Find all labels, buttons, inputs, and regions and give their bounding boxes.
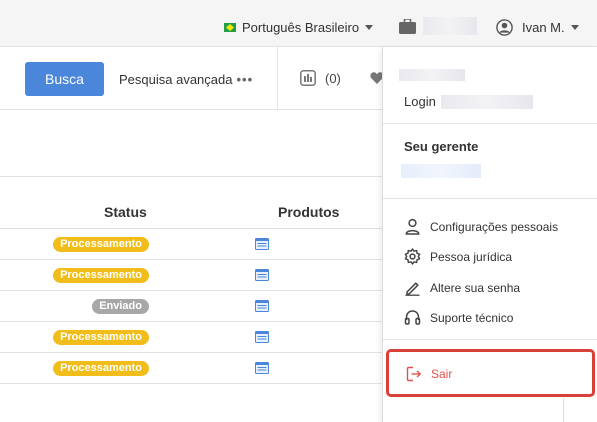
language-label: Português Brasileiro: [242, 20, 360, 35]
search-button[interactable]: Busca: [25, 62, 104, 96]
status-badge: Processamento: [53, 268, 149, 283]
login-value-redacted: [440, 94, 533, 109]
product-list-icon[interactable]: [255, 331, 269, 343]
menu-item-personal-settings[interactable]: Configurações pessoais: [404, 218, 558, 235]
menu-item-label: Altere sua senha: [430, 280, 521, 295]
person-icon: [405, 218, 420, 235]
advanced-search-label: Pesquisa avançada: [119, 72, 233, 87]
headset-icon: [404, 310, 421, 325]
compare-count: (0): [325, 70, 341, 86]
logout-highlight: Sair: [386, 349, 595, 397]
status-badge: Processamento: [53, 330, 149, 345]
column-header-products[interactable]: Produtos: [278, 204, 339, 220]
user-dropdown-menu: Login Seu gerente Configurações pessoais…: [382, 47, 597, 422]
product-list-icon[interactable]: [255, 300, 269, 312]
toolbar-divider: [277, 47, 278, 110]
user-fullname-redacted: [399, 69, 465, 81]
chevron-down-icon: [570, 25, 579, 30]
chart-compare-icon: [300, 70, 316, 86]
status-badge: Enviado: [92, 299, 149, 314]
top-bar: Português Brasileiro Ivan M.: [0, 0, 597, 47]
logout-label: Sair: [431, 367, 453, 381]
menu-item-change-password[interactable]: Altere sua senha: [404, 279, 520, 296]
user-avatar-icon: [496, 19, 513, 36]
manager-name-redacted[interactable]: [401, 164, 481, 178]
logout-button[interactable]: Sair: [406, 366, 452, 382]
logout-icon: [406, 366, 422, 382]
company-name-redacted[interactable]: [423, 17, 477, 35]
compare-button[interactable]: (0): [300, 70, 341, 86]
login-label: Login: [404, 94, 436, 109]
menu-item-label: Configurações pessoais: [430, 219, 559, 234]
status-badge: Processamento: [53, 361, 149, 376]
briefcase-icon[interactable]: [399, 19, 416, 34]
table-row[interactable]: Enviado: [0, 291, 383, 322]
chevron-down-icon: [365, 25, 374, 30]
more-dots-icon: •••: [236, 72, 254, 87]
table-row[interactable]: Processamento: [0, 353, 383, 384]
panel-edge: [563, 398, 564, 422]
menu-divider: [383, 339, 597, 340]
product-list-icon[interactable]: [255, 362, 269, 374]
user-menu[interactable]: Ivan M.: [496, 19, 579, 36]
menu-divider: [383, 123, 597, 124]
language-selector[interactable]: Português Brasileiro: [224, 20, 374, 35]
product-list-icon[interactable]: [255, 238, 269, 250]
filter-divider: [0, 176, 383, 177]
menu-item-label: Suporte técnico: [430, 310, 514, 325]
advanced-search-link[interactable]: Pesquisa avançada •••: [119, 72, 253, 87]
manager-heading: Seu gerente: [404, 139, 479, 154]
column-header-status[interactable]: Status: [104, 204, 147, 220]
table-row[interactable]: Processamento: [0, 229, 383, 260]
menu-item-legal-entity[interactable]: Pessoa jurídica: [404, 248, 512, 265]
gear-icon: [404, 248, 421, 265]
menu-divider: [383, 198, 597, 199]
login-info: Login: [404, 94, 533, 109]
table-row[interactable]: Processamento: [0, 322, 383, 353]
pencil-icon: [405, 282, 420, 296]
menu-item-label: Pessoa jurídica: [430, 249, 513, 264]
user-name: Ivan M.: [522, 20, 565, 35]
table-row[interactable]: Processamento: [0, 260, 383, 291]
menu-item-tech-support[interactable]: Suporte técnico: [404, 309, 513, 326]
brazil-flag-icon: [224, 23, 236, 32]
product-list-icon[interactable]: [255, 269, 269, 281]
status-badge: Processamento: [53, 237, 149, 252]
